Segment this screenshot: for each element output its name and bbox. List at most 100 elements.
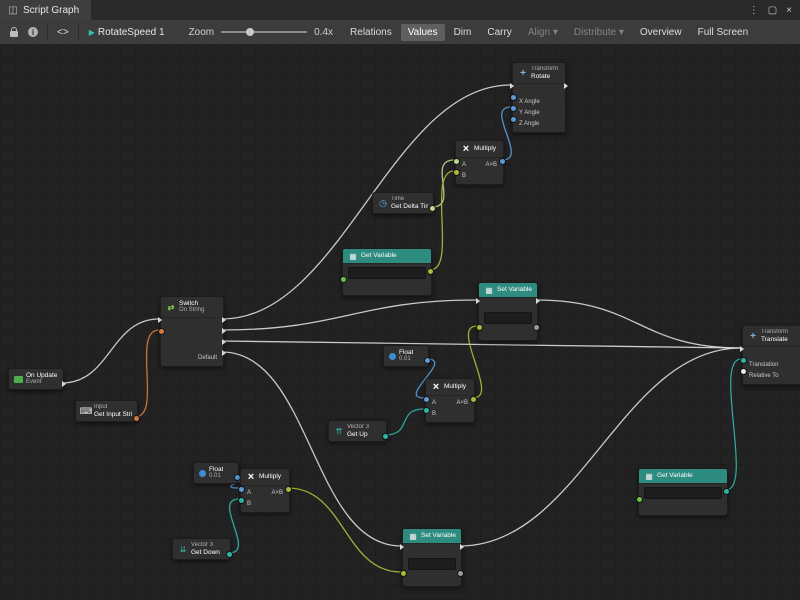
vector-down-icon [178,544,188,554]
node-on-update[interactable]: On UpdateEvent [8,368,64,390]
node-set-variable-2[interactable]: Set Variable [402,528,462,587]
left-port[interactable] [238,486,245,493]
left-port[interactable] [423,407,430,414]
variable-name-field[interactable] [644,487,722,499]
menu-button[interactable]: ⋮ [749,5,759,16]
node-translate[interactable]: TransformTranslateTranslationRelative To [742,325,800,385]
tab-script-graph[interactable]: Script Graph [0,0,91,20]
right-port[interactable] [723,488,730,495]
port-label: B [247,501,251,507]
toolbar-button-values[interactable]: Values [401,24,445,41]
toolbar-button-carry[interactable]: Carry [480,24,518,41]
node-set-variable-1[interactable]: Set Variable [478,282,538,341]
right-port[interactable] [222,350,226,356]
node-body: AA×BB [456,157,503,184]
right-port[interactable] [564,83,568,89]
left-port[interactable] [423,396,430,403]
lock-button[interactable] [5,26,23,39]
left-port[interactable] [510,105,517,112]
node-vector3-get-down[interactable]: Vector 3Get Down [172,538,231,560]
left-port[interactable] [476,298,480,304]
right-port[interactable] [533,324,540,331]
node-multiply-2[interactable]: MultiplyAA×BB [425,378,475,423]
right-port[interactable] [460,544,464,550]
right-port[interactable] [62,381,66,387]
right-port[interactable] [536,298,540,304]
node-body: Default [161,317,223,366]
node-float-1[interactable]: Float0.01 [383,345,429,367]
left-port[interactable] [510,116,517,123]
node-body: AA×BB [241,485,289,512]
left-port[interactable] [400,570,407,577]
port-row: Z Angle [513,118,565,129]
right-port[interactable] [427,268,434,275]
right-port[interactable] [457,570,464,577]
zoom-slider[interactable] [221,31,307,33]
left-port[interactable] [476,324,483,331]
multiply-icon [431,382,441,392]
node-float-2[interactable]: Float0.01 [193,462,239,484]
node-vector3-get-up[interactable]: Vector 3Get Up [328,420,387,442]
right-port[interactable] [424,357,431,364]
node-multiply-3[interactable]: MultiplyAA×BB [240,468,290,513]
node-title: Float [209,466,223,473]
right-port[interactable] [133,415,140,422]
left-port[interactable] [158,317,162,323]
info-button[interactable] [23,25,43,39]
toolbar-button-align--[interactable]: Align ▾ [521,24,565,41]
node-get-input-string[interactable]: InputGet Input Strin [75,400,138,422]
node-header: Vector 3Get Down [173,539,230,559]
variable-name-field[interactable] [408,558,456,570]
left-port[interactable] [238,497,245,504]
graph-canvas[interactable]: On UpdateEvent InputGet Input Strin Switch… [0,45,800,600]
maximize-button[interactable]: ▢ [768,5,777,16]
toolbar-button-dim[interactable]: Dim [447,24,479,41]
toolbar-button-full-screen[interactable]: Full Screen [691,24,756,41]
right-port[interactable] [470,396,477,403]
node-body: TranslationRelative To [743,346,800,384]
right-port[interactable] [222,339,226,345]
right-port[interactable] [222,317,226,323]
left-port[interactable] [453,169,460,176]
node-multiply-1[interactable]: MultiplyAA×BB [455,140,504,185]
left-port[interactable] [340,276,347,283]
graph-reference[interactable]: RotateSpeed 1 [89,27,165,38]
right-port[interactable] [285,486,292,493]
close-button[interactable]: × [786,5,792,16]
node-get-delta-time[interactable]: TimeGet Delta Time [372,192,434,214]
left-port[interactable] [740,346,744,352]
left-port[interactable] [510,83,514,89]
right-port[interactable] [226,551,233,558]
node-get-variable-2[interactable]: Get Variable [638,468,728,516]
right-port[interactable] [499,158,506,165]
node-body: AA×BB [426,395,474,422]
left-port[interactable] [158,328,165,335]
right-port[interactable] [382,433,389,440]
left-port[interactable] [510,94,517,101]
variable-name-field[interactable] [484,312,532,324]
left-port[interactable] [636,496,643,503]
right-port[interactable] [222,328,226,334]
node-title: Transform [761,329,788,336]
transform-icon [748,331,758,341]
left-port[interactable] [453,158,460,165]
left-port[interactable] [740,368,747,375]
left-port[interactable] [740,357,747,364]
node-rotate[interactable]: TransformRotateX AngleY AngleZ Angle [512,62,566,133]
toolbar-button-overview[interactable]: Overview [633,24,689,41]
node-body [639,483,727,515]
zoom-handle[interactable] [246,28,254,36]
port-row: AA×B [426,397,474,408]
node-header: TransformRotate [513,63,565,83]
toolbar-button-relations[interactable]: Relations [343,24,399,41]
zoom-label: Zoom [189,27,215,38]
node-switch-on-string[interactable]: SwitchOn StringDefault [160,296,224,367]
right-port[interactable] [429,205,436,212]
variable-name-field[interactable] [348,267,426,279]
left-port[interactable] [400,544,404,550]
toolbar-button-distribute--[interactable]: Distribute ▾ [567,24,631,41]
node-get-variable-1[interactable]: Get Variable [342,248,432,296]
variable-icon [348,251,358,261]
code-preview-button[interactable]: <> [52,25,74,40]
variable-icon [484,285,494,295]
